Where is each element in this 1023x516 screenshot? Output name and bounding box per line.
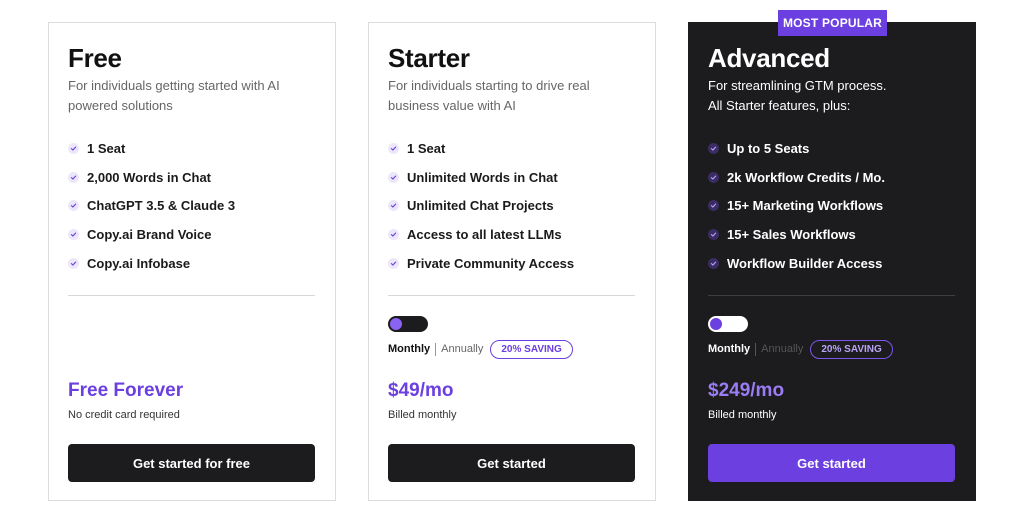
feature-label: 15+ Marketing Workflows bbox=[727, 198, 884, 214]
feature-item: Workflow Builder Access bbox=[708, 249, 885, 278]
saving-badge: 20% SAVING bbox=[490, 339, 573, 359]
check-icon bbox=[68, 171, 79, 183]
check-icon bbox=[68, 258, 79, 270]
check-icon bbox=[708, 142, 719, 154]
get-started-free-button[interactable]: Get started for free bbox=[68, 444, 315, 482]
pricing-card-free: Free For individuals getting started wit… bbox=[48, 22, 336, 501]
check-icon bbox=[388, 258, 399, 270]
feature-label: Private Community Access bbox=[407, 256, 575, 272]
feature-item: 2k Workflow Credits / Mo. bbox=[708, 163, 885, 192]
feature-label: ChatGPT 3.5 & Claude 3 bbox=[87, 198, 236, 214]
divider bbox=[68, 295, 315, 296]
plan-name: Advanced bbox=[708, 43, 830, 73]
feature-item: 1 Seat bbox=[388, 134, 574, 163]
feature-list: Up to 5 Seats 2k Workflow Credits / Mo. … bbox=[708, 134, 885, 278]
billing-annually-label[interactable]: Annually bbox=[761, 343, 803, 355]
feature-label: Up to 5 Seats bbox=[727, 140, 810, 156]
feature-label: 2,000 Words in Chat bbox=[87, 169, 212, 185]
check-icon bbox=[388, 229, 399, 241]
price-note: Billed monthly bbox=[708, 409, 777, 421]
feature-item: Unlimited Words in Chat bbox=[388, 163, 574, 192]
billing-monthly-label[interactable]: Monthly bbox=[708, 343, 750, 355]
check-icon bbox=[388, 171, 399, 183]
feature-label: 2k Workflow Credits / Mo. bbox=[727, 169, 885, 185]
feature-item: 2,000 Words in Chat bbox=[68, 163, 235, 192]
billing-toggle[interactable] bbox=[708, 316, 748, 332]
price-note: No credit card required bbox=[68, 409, 180, 421]
get-started-starter-button[interactable]: Get started bbox=[388, 444, 635, 482]
feature-item: Private Community Access bbox=[388, 249, 574, 278]
billing-toggle[interactable] bbox=[388, 316, 428, 332]
feature-item: Access to all latest LLMs bbox=[388, 220, 574, 249]
check-icon bbox=[708, 200, 719, 212]
feature-item: 15+ Sales Workflows bbox=[708, 220, 885, 249]
plan-description-line: For streamlining GTM process. bbox=[708, 78, 887, 93]
check-icon bbox=[68, 229, 79, 241]
divider bbox=[388, 295, 635, 296]
feature-item: 15+ Marketing Workflows bbox=[708, 192, 885, 221]
check-icon bbox=[388, 142, 399, 154]
feature-item: Up to 5 Seats bbox=[708, 134, 885, 163]
check-icon bbox=[708, 171, 719, 183]
toggle-knob bbox=[710, 318, 722, 330]
feature-list: 1 Seat 2,000 Words in Chat ChatGPT 3.5 &… bbox=[68, 134, 235, 278]
billing-options: Monthly Annually 20% SAVING bbox=[388, 339, 573, 359]
billing-separator bbox=[435, 342, 437, 356]
plan-description: For individuals getting started with AI … bbox=[68, 78, 280, 113]
price-note: Billed monthly bbox=[388, 409, 457, 421]
feature-label: 1 Seat bbox=[87, 140, 126, 156]
billing-separator bbox=[755, 342, 757, 356]
saving-badge: 20% SAVING bbox=[810, 339, 893, 359]
plan-name: Free bbox=[68, 43, 122, 73]
feature-item: 1 Seat bbox=[68, 134, 235, 163]
check-icon bbox=[388, 200, 399, 212]
most-popular-badge: MOST POPULAR bbox=[778, 10, 887, 36]
feature-label: Copy.ai Brand Voice bbox=[87, 227, 212, 243]
plan-description: For individuals starting to drive real b… bbox=[388, 78, 590, 113]
feature-label: Copy.ai Infobase bbox=[87, 256, 191, 272]
feature-item: Copy.ai Infobase bbox=[68, 249, 235, 278]
feature-label: 15+ Sales Workflows bbox=[727, 227, 856, 243]
pricing-card-starter: Starter For individuals starting to driv… bbox=[368, 22, 656, 501]
plan-description-line: All Starter features, plus: bbox=[708, 98, 851, 113]
plan-name: Starter bbox=[388, 43, 470, 73]
feature-list: 1 Seat Unlimited Words in Chat Unlimited… bbox=[388, 134, 574, 278]
feature-item: Copy.ai Brand Voice bbox=[68, 220, 235, 249]
divider bbox=[708, 295, 955, 296]
check-icon bbox=[708, 258, 719, 270]
check-icon bbox=[708, 229, 719, 241]
billing-monthly-label[interactable]: Monthly bbox=[388, 343, 430, 355]
check-icon bbox=[68, 142, 79, 154]
plan-price: $249/mo bbox=[708, 380, 785, 401]
feature-item: Unlimited Chat Projects bbox=[388, 192, 574, 221]
feature-label: 1 Seat bbox=[407, 140, 446, 156]
feature-label: Unlimited Words in Chat bbox=[407, 169, 558, 185]
feature-label: Access to all latest LLMs bbox=[407, 227, 562, 243]
plan-price: Free Forever bbox=[68, 380, 184, 401]
toggle-knob bbox=[390, 318, 402, 330]
pricing-card-advanced: MOST POPULAR Advanced For streamlining G… bbox=[688, 10, 976, 501]
feature-label: Workflow Builder Access bbox=[727, 256, 883, 272]
plan-description: For streamlining GTM process. All Starte… bbox=[708, 76, 958, 116]
feature-label: Unlimited Chat Projects bbox=[407, 198, 554, 214]
plan-price: $49/mo bbox=[388, 380, 454, 401]
check-icon bbox=[68, 200, 79, 212]
billing-options: Monthly Annually 20% SAVING bbox=[708, 339, 893, 359]
billing-annually-label[interactable]: Annually bbox=[441, 343, 483, 355]
get-started-advanced-button[interactable]: Get started bbox=[708, 444, 955, 482]
feature-item: ChatGPT 3.5 & Claude 3 bbox=[68, 192, 235, 221]
